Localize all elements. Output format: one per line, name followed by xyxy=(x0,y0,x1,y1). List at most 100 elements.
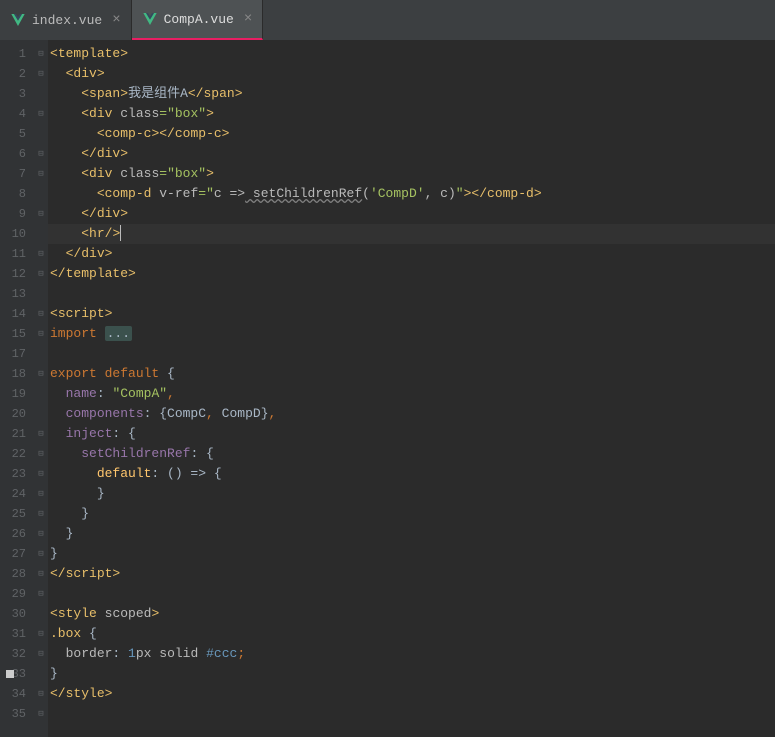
code-line[interactable]: } xyxy=(48,484,775,504)
code-line[interactable]: <div class="box"> xyxy=(48,104,775,124)
code-line[interactable]: </script> xyxy=(48,564,775,584)
line-number[interactable]: 11 xyxy=(0,244,26,264)
code-line[interactable]: } xyxy=(48,504,775,524)
fold-toggle[interactable]: ⊟ xyxy=(34,704,48,724)
code-line[interactable]: </style> xyxy=(48,684,775,704)
code-line[interactable]: <span>我是组件A</span> xyxy=(48,84,775,104)
line-number[interactable]: 23 xyxy=(0,464,26,484)
code-line[interactable]: <div> xyxy=(48,64,775,84)
line-number[interactable]: 2 xyxy=(0,64,26,84)
code-line[interactable] xyxy=(48,584,775,604)
code-line[interactable]: .box { xyxy=(48,624,775,644)
line-number[interactable]: 34 xyxy=(0,684,26,704)
fold-toggle[interactable]: ⊟ xyxy=(34,584,48,604)
fold-toggle[interactable]: ⊟ xyxy=(34,544,48,564)
fold-toggle[interactable]: ⊟ xyxy=(34,364,48,384)
code-line[interactable]: </div> xyxy=(48,204,775,224)
code-line[interactable]: inject: { xyxy=(48,424,775,444)
fold-toggle[interactable]: ⊟ xyxy=(34,104,48,124)
fold-toggle[interactable]: ⊟ xyxy=(34,244,48,264)
fold-toggle[interactable]: ⊟ xyxy=(34,144,48,164)
line-number[interactable]: 13 xyxy=(0,284,26,304)
fold-toggle[interactable] xyxy=(34,664,48,684)
line-number[interactable]: 20 xyxy=(0,404,26,424)
line-number[interactable]: 29 xyxy=(0,584,26,604)
line-number[interactable]: 6 xyxy=(0,144,26,164)
line-number[interactable]: 18 xyxy=(0,364,26,384)
line-number[interactable]: 30 xyxy=(0,604,26,624)
close-icon[interactable]: × xyxy=(244,11,252,27)
fold-toggle[interactable] xyxy=(34,344,48,364)
fold-column[interactable]: ⊟⊟⊟⊟⊟⊟⊟⊟⊟⊟⊟⊟⊟⊟⊟⊟⊟⊟⊟⊟⊟⊟⊟⊟ xyxy=(34,40,48,737)
line-number[interactable]: 9 xyxy=(0,204,26,224)
code-area[interactable]: <template> <div> <span>我是组件A</span> <div… xyxy=(48,40,775,737)
fold-toggle[interactable]: ⊟ xyxy=(34,204,48,224)
line-number[interactable]: 15 xyxy=(0,324,26,344)
fold-toggle[interactable]: ⊟ xyxy=(34,264,48,284)
code-line[interactable]: name: "CompA", xyxy=(48,384,775,404)
code-line[interactable]: <template> xyxy=(48,44,775,64)
fold-toggle[interactable] xyxy=(34,184,48,204)
line-number[interactable]: 31 xyxy=(0,624,26,644)
code-line[interactable]: <comp-d v-ref="c => setChildrenRef('Comp… xyxy=(48,184,775,204)
line-number[interactable]: 25 xyxy=(0,504,26,524)
line-number[interactable]: 5 xyxy=(0,124,26,144)
line-number[interactable]: 4 xyxy=(0,104,26,124)
code-line[interactable]: default: () => { xyxy=(48,464,775,484)
fold-toggle[interactable]: ⊟ xyxy=(34,484,48,504)
fold-toggle[interactable] xyxy=(34,224,48,244)
line-number[interactable]: 7 xyxy=(0,164,26,184)
fold-toggle[interactable]: ⊟ xyxy=(34,424,48,444)
fold-toggle[interactable] xyxy=(34,384,48,404)
fold-toggle[interactable]: ⊟ xyxy=(34,164,48,184)
line-number[interactable]: 26 xyxy=(0,524,26,544)
line-number[interactable]: 12 xyxy=(0,264,26,284)
fold-toggle[interactable]: ⊟ xyxy=(34,444,48,464)
line-number[interactable]: 27 xyxy=(0,544,26,564)
code-line[interactable]: </div> xyxy=(48,144,775,164)
code-line[interactable]: } xyxy=(48,544,775,564)
line-number[interactable]: 17 xyxy=(0,344,26,364)
close-icon[interactable]: × xyxy=(112,12,120,28)
line-number[interactable]: 19 xyxy=(0,384,26,404)
code-line[interactable] xyxy=(48,704,775,724)
fold-toggle[interactable] xyxy=(34,84,48,104)
tab-compa-vue[interactable]: CompA.vue × xyxy=(132,0,264,40)
code-line[interactable]: components: {CompC, CompD}, xyxy=(48,404,775,424)
code-line[interactable] xyxy=(48,344,775,364)
line-number[interactable]: 3 xyxy=(0,84,26,104)
fold-toggle[interactable] xyxy=(34,404,48,424)
fold-marker[interactable]: ... xyxy=(105,326,132,341)
line-gutter[interactable]: 1234567891011121314151718192021222324252… xyxy=(0,40,34,737)
line-number[interactable]: 1 xyxy=(0,44,26,64)
fold-toggle[interactable]: ⊟ xyxy=(34,464,48,484)
code-line[interactable] xyxy=(48,284,775,304)
line-number[interactable]: 24 xyxy=(0,484,26,504)
line-number[interactable]: 33 xyxy=(0,664,26,684)
code-line[interactable]: border: 1px solid #ccc; xyxy=(48,644,775,664)
fold-toggle[interactable]: ⊟ xyxy=(34,624,48,644)
code-line[interactable]: setChildrenRef: { xyxy=(48,444,775,464)
fold-toggle[interactable] xyxy=(34,124,48,144)
line-number[interactable]: 35 xyxy=(0,704,26,724)
fold-toggle[interactable] xyxy=(34,284,48,304)
line-number[interactable]: 22 xyxy=(0,444,26,464)
fold-toggle[interactable]: ⊟ xyxy=(34,64,48,84)
line-number[interactable]: 32 xyxy=(0,644,26,664)
fold-toggle[interactable] xyxy=(34,604,48,624)
line-number[interactable]: 14 xyxy=(0,304,26,324)
fold-toggle[interactable]: ⊟ xyxy=(34,644,48,664)
code-line[interactable]: </template> xyxy=(48,264,775,284)
fold-toggle[interactable]: ⊟ xyxy=(34,504,48,524)
fold-toggle[interactable]: ⊟ xyxy=(34,44,48,64)
line-number[interactable]: 21 xyxy=(0,424,26,444)
code-line[interactable]: export default { xyxy=(48,364,775,384)
code-line[interactable]: </div> xyxy=(48,244,775,264)
fold-toggle[interactable]: ⊟ xyxy=(34,304,48,324)
code-line[interactable]: <script> xyxy=(48,304,775,324)
line-number[interactable]: 10 xyxy=(0,224,26,244)
code-line[interactable]: } xyxy=(48,524,775,544)
fold-toggle[interactable]: ⊟ xyxy=(34,684,48,704)
code-line[interactable]: } xyxy=(48,664,775,684)
code-line[interactable]: import ... xyxy=(48,324,775,344)
